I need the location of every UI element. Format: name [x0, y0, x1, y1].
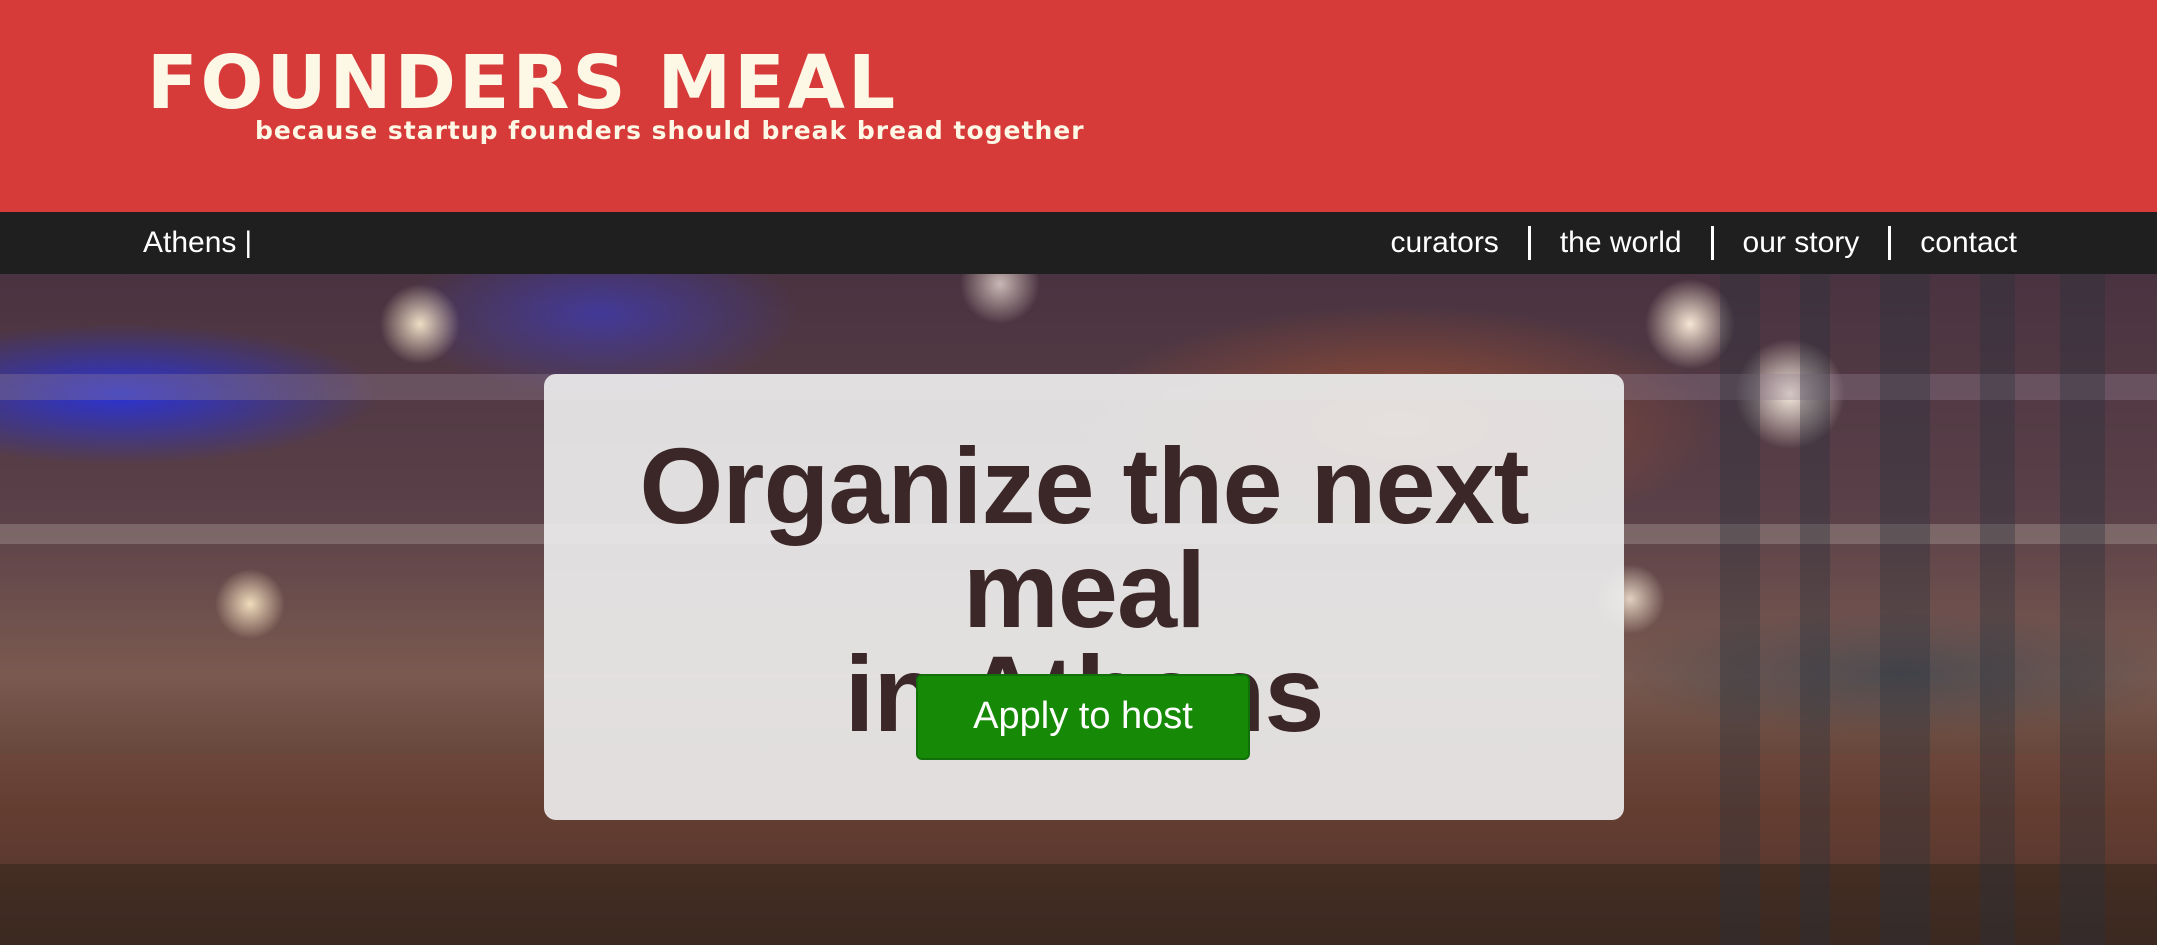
hero-bg-column [1720, 274, 1760, 945]
nav-link-contact[interactable]: contact [1920, 212, 2017, 274]
hero-bg-floor [0, 864, 2157, 945]
nav-links: curators the world our story contact [1390, 212, 2017, 274]
hero-headline-line1: Organize the next meal [639, 425, 1529, 650]
nav-bar: Athens | curators the world our story con… [0, 212, 2157, 274]
nav-city: Athens | [143, 212, 252, 274]
nav-city-separator: | [244, 226, 253, 259]
hero-bg-column [1880, 274, 1930, 945]
apply-to-host-button[interactable]: Apply to host [916, 674, 1250, 760]
nav-divider [1527, 226, 1531, 260]
nav-link-our-story[interactable]: our story [1743, 212, 1860, 274]
nav-link-the-world[interactable]: the world [1560, 212, 1682, 274]
logo-title[interactable]: FOUNDERS MEAL [147, 46, 898, 120]
nav-divider [1710, 226, 1714, 260]
nav-link-curators[interactable]: curators [1390, 212, 1498, 274]
nav-city-label[interactable]: Athens [143, 226, 236, 259]
hero-card: Organize the next meal in Athens Apply t… [544, 374, 1624, 820]
site-header: FOUNDERS MEAL because startup founders s… [0, 0, 2157, 212]
hero-bg-column [1800, 274, 1830, 945]
nav-divider [1888, 226, 1892, 260]
hero-bg-column [1980, 274, 2015, 945]
hero-bg-column [2060, 274, 2105, 945]
logo-tagline: because startup founders should break br… [255, 116, 1085, 145]
